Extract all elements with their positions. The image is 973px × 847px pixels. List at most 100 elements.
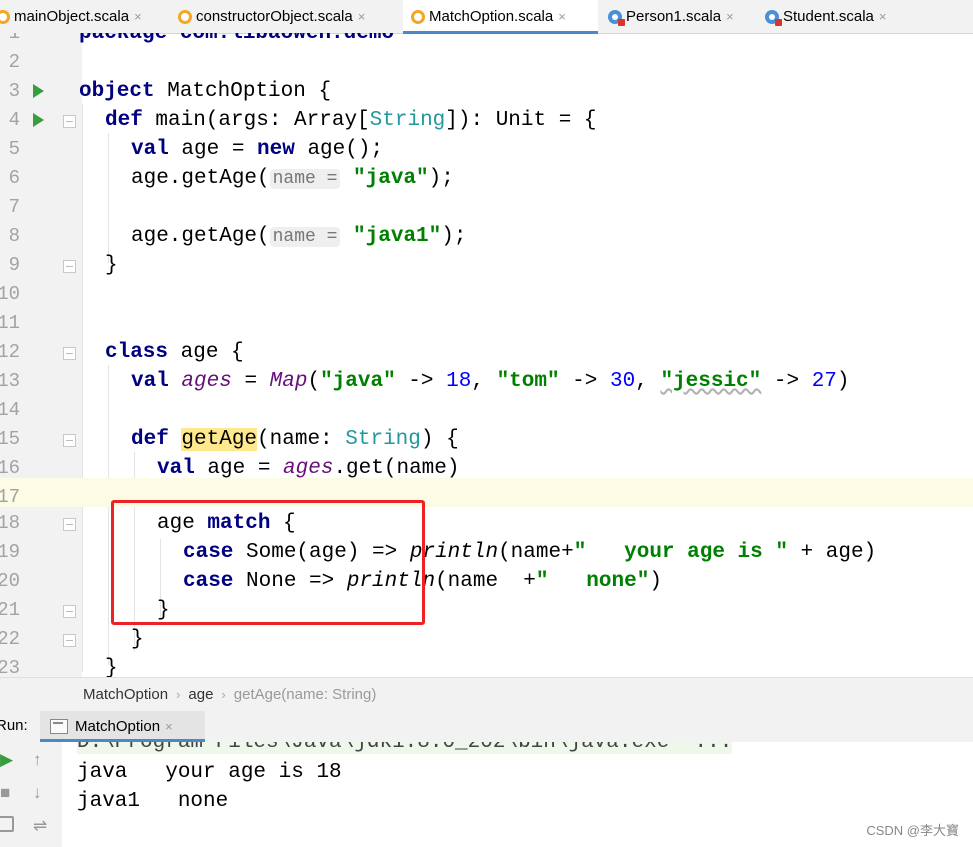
code-line-2: 2	[0, 48, 973, 77]
code-token: =	[231, 370, 270, 393]
string-literal: "java1"	[353, 225, 442, 248]
editor-tab-bar: mainObject.scala × constructorObject.sca…	[0, 0, 973, 34]
code-token: (name:	[257, 428, 346, 451]
tab-label: mainObject.scala	[14, 8, 130, 25]
code-line-1: 1 package com.libaowen.demo	[0, 33, 973, 48]
code-line-3: 3 object MatchOption {	[0, 77, 973, 106]
close-icon[interactable]: ×	[358, 9, 366, 24]
close-icon[interactable]: ×	[879, 9, 887, 24]
console-output-line: java1 none	[77, 790, 229, 813]
keyword: val	[157, 457, 195, 480]
line-number: 10	[0, 283, 20, 305]
breadcrumb-separator: ›	[221, 687, 226, 702]
code-line-6: 6 age.getAge(name = "java");	[0, 164, 973, 193]
string-literal: "jessic"	[660, 370, 762, 393]
stop-icon[interactable]: ■	[0, 783, 10, 803]
number-literal: 18	[446, 370, 472, 393]
code-text: age.getAge(name = "java");	[131, 164, 454, 194]
code-line-22: 22 }	[0, 625, 973, 654]
tab-label: MatchOption.scala	[429, 8, 554, 25]
code-text: val ages = Map("java" -> 18, "tom" -> 30…	[131, 367, 850, 396]
code-line-8: 8 age.getAge(name = "java1");	[0, 222, 973, 251]
code-line-14: 14	[0, 396, 973, 425]
function-name: getAge	[181, 428, 258, 451]
code-token: );	[441, 225, 467, 248]
fold-icon[interactable]	[63, 634, 76, 647]
close-icon[interactable]: ×	[726, 9, 734, 24]
parameter-hint: name =	[269, 169, 341, 189]
type-token: String	[345, 428, 421, 451]
code-editor[interactable]: 1 package com.libaowen.demo 2 3 object M…	[0, 33, 973, 677]
fold-icon[interactable]	[63, 115, 76, 128]
breadcrumb-item-matchoption[interactable]: MatchOption	[83, 686, 168, 703]
tab-student[interactable]: Student.scala ×	[765, 0, 915, 33]
line-number: 7	[8, 196, 20, 218]
number-literal: 30	[610, 370, 636, 393]
breadcrumb-item-age[interactable]: age	[188, 686, 213, 703]
line-number: 1	[8, 33, 20, 44]
code-line-13: 13 val ages = Map("java" -> 18, "tom" ->…	[0, 367, 973, 396]
fold-icon[interactable]	[63, 260, 76, 273]
run-tab-matchoption[interactable]: MatchOption ×	[40, 711, 205, 742]
camera-icon[interactable]	[0, 816, 14, 832]
code-text: package com.libaowen.demo	[79, 33, 394, 48]
line-number: 9	[8, 254, 20, 276]
line-number: 14	[0, 399, 20, 421]
tab-mainobject[interactable]: mainObject.scala ×	[0, 0, 169, 33]
soft-wrap-icon[interactable]: ⇌	[33, 816, 47, 836]
line-number: 22	[0, 628, 20, 650]
string-literal: "java"	[320, 370, 396, 393]
line-number: 17	[0, 486, 20, 508]
scroll-up-icon[interactable]: ↑	[33, 750, 42, 770]
string-literal: " your age is "	[573, 541, 788, 564]
fold-icon[interactable]	[63, 347, 76, 360]
run-gutter-icon[interactable]	[33, 113, 44, 127]
code-token: age =	[194, 457, 284, 480]
close-icon[interactable]: ×	[134, 9, 142, 24]
string-literal: " none"	[535, 570, 650, 593]
code-token: + age)	[787, 541, 877, 564]
scroll-down-icon[interactable]: ↓	[33, 783, 42, 803]
keyword: def	[105, 109, 143, 132]
line-number: 21	[0, 599, 20, 621]
line-number: 3	[8, 80, 20, 102]
console-output-line: java your age is 18	[77, 761, 342, 784]
code-text: object MatchOption {	[79, 77, 331, 106]
console-output[interactable]: D:\Program Files\Java\jdk1.8.0_202\bin\j…	[62, 742, 973, 847]
tab-person1[interactable]: Person1.scala ×	[608, 0, 758, 33]
keyword: object	[79, 80, 155, 103]
keyword: val	[131, 138, 169, 161]
number-literal: 27	[811, 370, 837, 393]
close-icon[interactable]: ×	[558, 9, 566, 24]
rerun-icon[interactable]: ▶	[0, 750, 13, 770]
fold-icon[interactable]	[63, 605, 76, 618]
string-literal: "tom"	[496, 370, 560, 393]
code-token: (name+	[498, 541, 574, 564]
run-tab-label: MatchOption	[75, 718, 161, 735]
close-icon[interactable]: ×	[165, 719, 173, 734]
fold-icon[interactable]	[63, 434, 76, 447]
line-number: 19	[0, 541, 20, 563]
scala-class-icon	[608, 9, 625, 26]
tab-label: Person1.scala	[626, 8, 722, 25]
code-token: age.getAge(	[131, 167, 270, 190]
field-token: ages	[283, 457, 334, 480]
code-line-5: 5 val age = new age();	[0, 135, 973, 164]
scala-object-icon	[178, 9, 192, 24]
keyword: new	[257, 138, 295, 161]
line-number: 23	[0, 657, 20, 677]
run-gutter-icon[interactable]	[33, 84, 44, 98]
tab-constructorobject[interactable]: constructorObject.scala ×	[178, 0, 402, 33]
breadcrumb-item-getage[interactable]: getAge(name: String)	[234, 686, 377, 703]
fold-icon[interactable]	[63, 518, 76, 531]
terminal-icon	[50, 719, 68, 734]
package-declaration: package com.libaowen.demo	[79, 33, 395, 45]
run-panel-header: Run: MatchOption ×	[0, 711, 973, 743]
tab-matchoption[interactable]: MatchOption.scala ×	[403, 0, 598, 34]
code-text: }	[105, 254, 118, 277]
code-token: ]): Unit = {	[445, 109, 597, 132]
line-number: 18	[0, 512, 20, 534]
field-token: ages	[181, 370, 232, 393]
line-number: 12	[0, 341, 20, 363]
line-number: 8	[8, 225, 20, 247]
